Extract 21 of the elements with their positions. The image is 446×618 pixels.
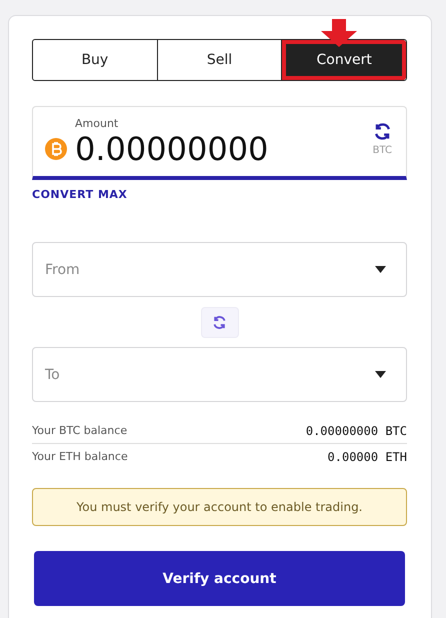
- refresh-icon: [212, 315, 227, 330]
- caret-icon: [375, 266, 386, 273]
- amount-value: 0.00000000: [75, 130, 270, 168]
- convert-max-link[interactable]: CONVERT MAX: [32, 188, 128, 201]
- verify-account-button[interactable]: Verify account: [34, 551, 405, 606]
- amount-label: Amount: [75, 117, 120, 130]
- balance-label: Your BTC balance: [32, 424, 128, 437]
- swap-button[interactable]: [200, 307, 238, 338]
- from-select[interactable]: From: [32, 242, 407, 297]
- refresh-icon: [372, 122, 392, 141]
- currency-unit: BTC: [372, 145, 392, 156]
- verification-notice: You must verify your account to enable trading.: [32, 488, 407, 526]
- arrow-icon: [321, 19, 357, 47]
- caret-icon: [375, 371, 386, 378]
- amount-field[interactable]: Amount 0.00000000 BTC: [32, 106, 407, 180]
- balance-value: 0.00000 ETH: [328, 450, 407, 464]
- bitcoin-icon: [45, 138, 67, 160]
- to-select[interactable]: To: [32, 347, 407, 402]
- balance-label: Your ETH balance: [32, 450, 128, 463]
- tab[interactable]: Convert: [281, 40, 406, 80]
- balance-value: 0.00000000 BTC: [306, 424, 407, 438]
